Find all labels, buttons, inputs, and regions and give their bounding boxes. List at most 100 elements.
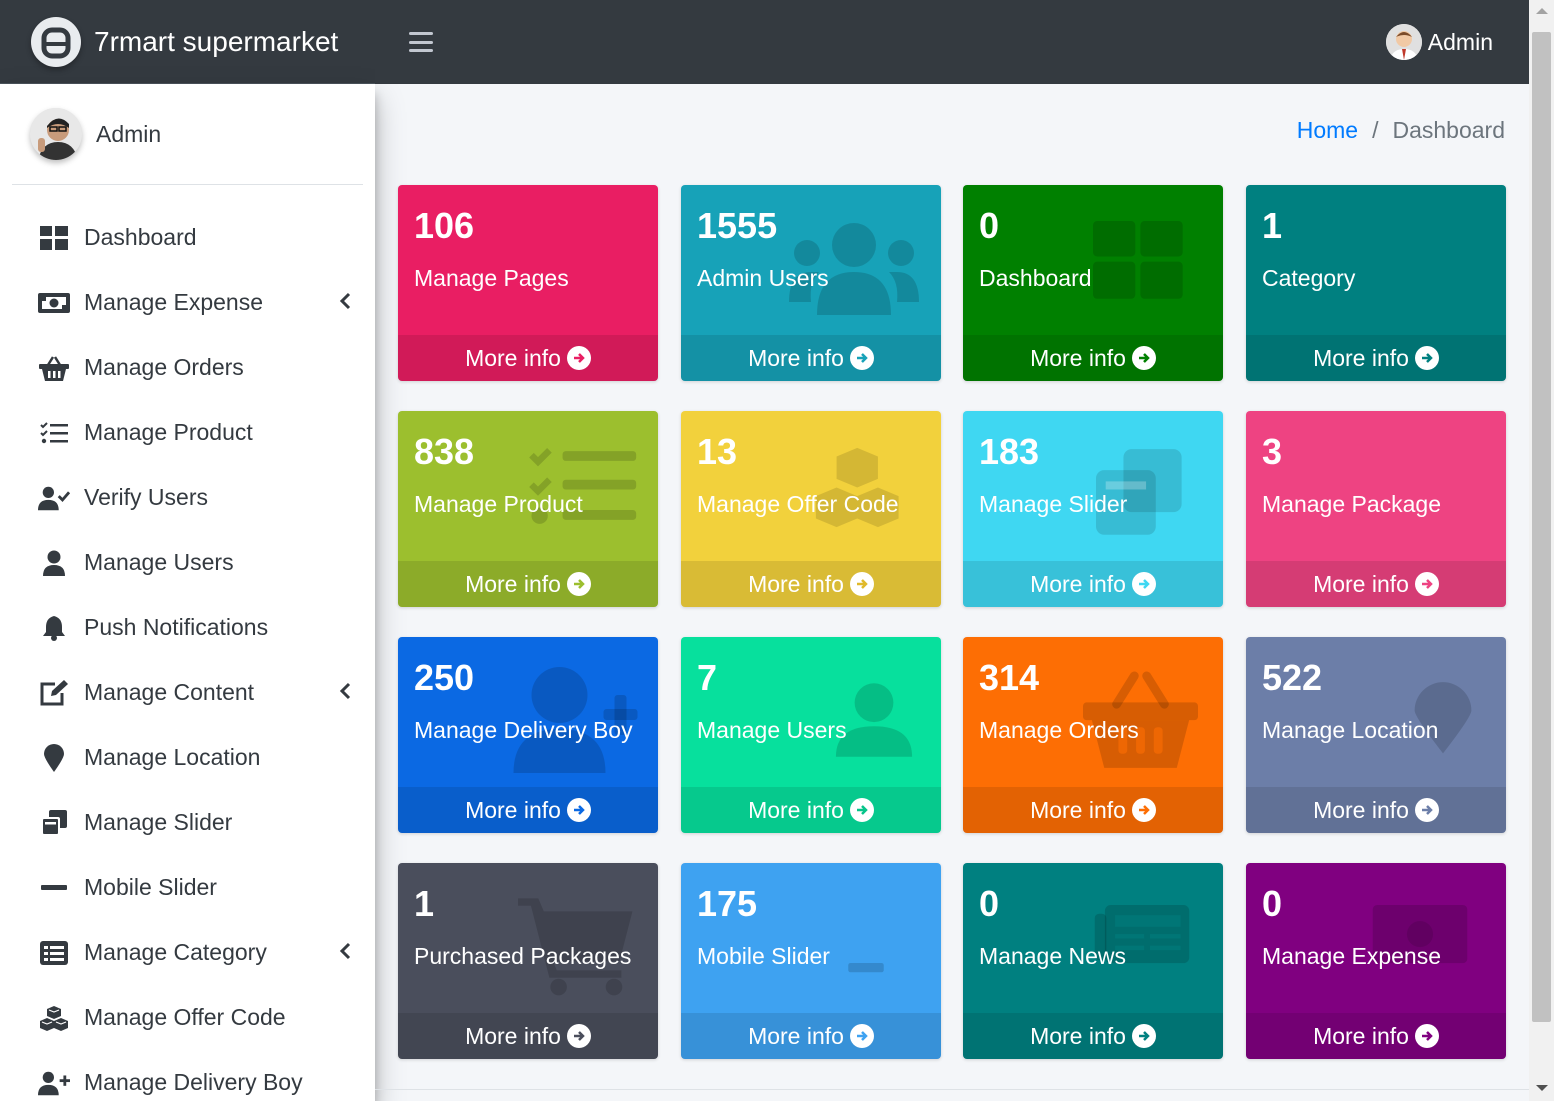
- more-info-link[interactable]: More info: [398, 561, 658, 607]
- card-manage-delivery-boy: 250 Manage Delivery Boy More info: [398, 637, 658, 833]
- sidebar-item-manage-expense[interactable]: Manage Expense: [0, 270, 375, 335]
- sidebar-item-push-notifications[interactable]: Push Notifications: [0, 595, 375, 660]
- card-manage-orders: 314 Manage Orders More info: [963, 637, 1223, 833]
- more-info-link[interactable]: More info: [963, 787, 1223, 833]
- arrow-circle-right-icon: [1414, 572, 1439, 596]
- card-title: Manage News: [979, 943, 1127, 969]
- topbar-user-menu[interactable]: Admin: [1385, 24, 1493, 60]
- more-info-link[interactable]: More info: [398, 335, 658, 381]
- card-manage-location: 522 Manage Location More info: [1246, 637, 1506, 833]
- more-info-link[interactable]: More info: [1246, 787, 1506, 833]
- topbar: Admin: [375, 0, 1529, 84]
- card-title: Manage Package: [1262, 491, 1442, 517]
- sidebar-item-manage-category[interactable]: Manage Category: [0, 920, 375, 985]
- arrow-circle-right-icon: [1131, 798, 1156, 822]
- more-info-link[interactable]: More info: [398, 787, 658, 833]
- card-value: 0: [979, 883, 1000, 924]
- card-purchased-packages: 1 Purchased Packages More info: [398, 863, 658, 1059]
- scrollbar-thumb[interactable]: [1532, 32, 1551, 1022]
- avatar[interactable]: [30, 108, 82, 160]
- card-title: Manage Offer Code: [697, 491, 899, 517]
- card-manage-slider: 183 Manage Slider More info: [963, 411, 1223, 607]
- more-info-label: More info: [748, 796, 844, 823]
- more-info-link[interactable]: More info: [681, 1013, 941, 1059]
- dashboard-icon: [1093, 220, 1183, 299]
- user-icon: [38, 547, 70, 579]
- sidebar-item-manage-location[interactable]: Manage Location: [0, 725, 375, 790]
- more-info-link[interactable]: More info: [1246, 1013, 1506, 1059]
- card-value: 1: [414, 883, 435, 924]
- card-value: 1555: [697, 205, 778, 246]
- card-value: 106: [414, 205, 475, 246]
- sidebar-nav: Dashboard Manage Expense Manage Orders M…: [0, 205, 375, 1101]
- sidebar-item-verify-users[interactable]: Verify Users: [0, 465, 375, 530]
- sidebar-item-label: Manage Location: [84, 744, 261, 770]
- card-value: 314: [979, 657, 1040, 698]
- more-info-link[interactable]: More info: [1246, 561, 1506, 607]
- brand-bar: 7rmart supermarket: [0, 0, 375, 84]
- card-value: 175: [697, 883, 758, 924]
- card-value: 3: [1262, 431, 1283, 472]
- more-info-link[interactable]: More info: [1246, 335, 1506, 381]
- sidebar-user-panel: Admin: [12, 84, 363, 185]
- sidebar-item-dashboard[interactable]: Dashboard: [0, 205, 375, 270]
- more-info-link[interactable]: More info: [398, 1013, 658, 1059]
- card-dashboard: 0 Dashboard More info: [963, 185, 1223, 381]
- sidebar-item-manage-content[interactable]: Manage Content: [0, 660, 375, 725]
- more-info-link[interactable]: More info: [963, 1013, 1223, 1059]
- breadcrumb-home-link[interactable]: Home: [1297, 117, 1358, 144]
- money-icon: [38, 287, 70, 319]
- arrow-circle-right-icon: [566, 798, 591, 822]
- card-title: Manage Orders: [979, 717, 1139, 743]
- card-manage-package: 3 Manage Package More info: [1246, 411, 1506, 607]
- brand-logo-icon[interactable]: [31, 16, 81, 67]
- sidebar-item-manage-product[interactable]: Manage Product: [0, 400, 375, 465]
- sidebar-item-mobile-slider[interactable]: Mobile Slider: [0, 855, 375, 920]
- sidebar-item-manage-offer-code[interactable]: Manage Offer Code: [0, 985, 375, 1050]
- card-title: Manage Delivery Boy: [414, 717, 633, 743]
- minus-icon: [38, 872, 70, 904]
- arrow-circle-right-icon: [566, 1024, 591, 1048]
- tasks-icon: [38, 417, 70, 449]
- card-manage-offer-code: 13 Manage Offer Code More info: [681, 411, 941, 607]
- page-scrollbar[interactable]: [1529, 0, 1554, 1101]
- card-admin-users: 1555 Admin Users More info: [681, 185, 941, 381]
- chevron-left-icon[interactable]: [339, 940, 351, 967]
- more-info-label: More info: [1030, 1022, 1126, 1049]
- arrow-circle-right-icon: [1131, 572, 1156, 596]
- sidebar-item-manage-orders[interactable]: Manage Orders: [0, 335, 375, 400]
- list-alt-icon: [38, 937, 70, 969]
- more-info-label: More info: [465, 344, 561, 371]
- sidebar-item-manage-users[interactable]: Manage Users: [0, 530, 375, 595]
- arrow-circle-right-icon: [1131, 1024, 1156, 1048]
- breadcrumb: Home / Dashboard: [1297, 117, 1505, 144]
- more-info-link[interactable]: More info: [681, 561, 941, 607]
- sidebar-item-label: Manage Orders: [84, 354, 244, 380]
- sidebar-user-name[interactable]: Admin: [96, 121, 161, 148]
- card-value: 0: [979, 205, 1000, 246]
- hamburger-menu-icon[interactable]: [409, 30, 433, 54]
- card-title: Admin Users: [697, 265, 829, 291]
- more-info-link[interactable]: More info: [681, 335, 941, 381]
- chevron-left-icon[interactable]: [339, 290, 351, 317]
- card-title: Manage Location: [1262, 717, 1439, 743]
- sidebar-item-label: Push Notifications: [84, 614, 269, 640]
- more-info-link[interactable]: More info: [963, 335, 1223, 381]
- arrow-circle-right-icon: [566, 572, 591, 596]
- chevron-left-icon[interactable]: [339, 680, 351, 707]
- card-value: 7: [697, 657, 718, 698]
- brand-name[interactable]: 7rmart supermarket: [94, 26, 338, 58]
- card-title: Mobile Slider: [697, 943, 830, 969]
- sidebar-item-label: Manage Delivery Boy: [84, 1069, 303, 1095]
- scroll-up-arrow-icon[interactable]: [1536, 8, 1548, 14]
- cubes-icon: [38, 1002, 70, 1034]
- more-info-link[interactable]: More info: [681, 787, 941, 833]
- sidebar-item-manage-slider[interactable]: Manage Slider: [0, 790, 375, 855]
- sidebar-item-manage-delivery-boy[interactable]: Manage Delivery Boy: [0, 1050, 375, 1101]
- more-info-link[interactable]: More info: [963, 561, 1223, 607]
- card-category: 1 Category More info: [1246, 185, 1506, 381]
- more-info-label: More info: [748, 570, 844, 597]
- scroll-down-arrow-icon[interactable]: [1536, 1085, 1548, 1091]
- card-manage-news: 0 Manage News More info: [963, 863, 1223, 1059]
- avatar[interactable]: [1385, 24, 1422, 60]
